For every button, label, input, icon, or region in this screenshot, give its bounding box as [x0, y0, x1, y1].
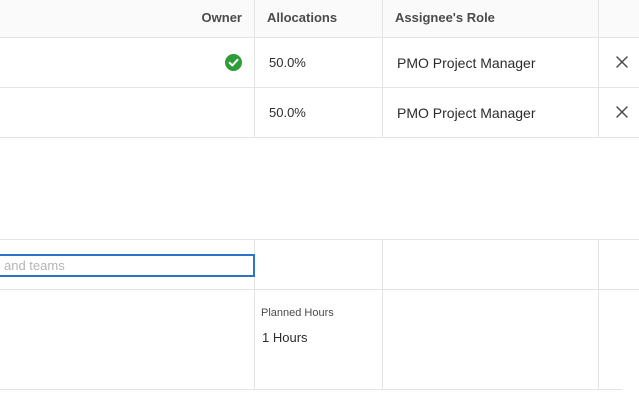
- add-assignee-input[interactable]: [0, 254, 255, 277]
- owner-check-icon: [225, 54, 242, 71]
- row-divider: [0, 137, 639, 138]
- column-divider: [382, 0, 383, 137]
- planned-hours-value: 1 Hours: [262, 330, 308, 345]
- column-divider: [598, 239, 599, 390]
- row-divider: [0, 239, 639, 240]
- column-divider: [254, 0, 255, 137]
- allocation-value: 50.0%: [269, 105, 306, 120]
- assignee-role-value: PMO Project Manager: [397, 55, 536, 71]
- planned-hours-label: Planned Hours: [261, 307, 334, 319]
- column-divider: [382, 239, 383, 390]
- row-divider: [0, 289, 639, 290]
- column-header-owner[interactable]: Owner: [150, 0, 242, 37]
- remove-assignment-close-icon[interactable]: [615, 105, 629, 119]
- assignments-table: Owner Allocations Assignee's Role 50.0% …: [0, 0, 639, 415]
- column-divider: [598, 0, 599, 137]
- remove-assignment-close-icon[interactable]: [615, 55, 629, 69]
- table-bottom-border: [0, 389, 622, 390]
- column-header-allocations[interactable]: Allocations: [267, 0, 337, 37]
- assignee-role-value: PMO Project Manager: [397, 105, 536, 121]
- allocation-value: 50.0%: [269, 55, 306, 70]
- row-divider: [0, 87, 639, 88]
- column-header-assignee-role[interactable]: Assignee's Role: [395, 0, 495, 37]
- row-divider: [0, 37, 639, 38]
